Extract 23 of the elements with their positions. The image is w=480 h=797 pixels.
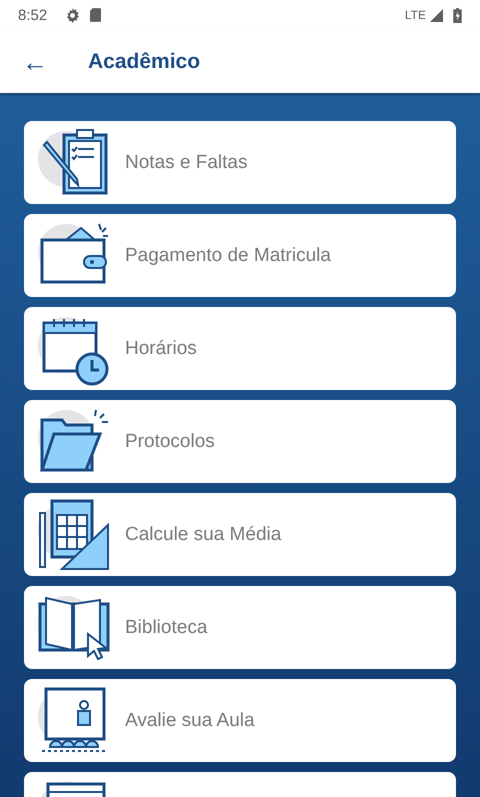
menu-label: Horários (125, 338, 197, 360)
signal-icon (430, 8, 443, 22)
battery-icon (453, 8, 462, 22)
status-time: 8:52 (18, 6, 48, 24)
page-title: Acadêmico (88, 50, 200, 74)
menu-label: Pagamento de Matricula (125, 244, 331, 266)
menu-card[interactable]: Biblioteca (24, 586, 456, 669)
menu-card[interactable]: Protocolos (24, 400, 456, 483)
menu-card[interactable]: Notas e Faltas (24, 121, 456, 204)
calculator-icon (36, 496, 112, 572)
gear-icon (65, 8, 80, 22)
menu-label: Notas e Faltas (125, 152, 248, 174)
menu-card[interactable]: Calcule sua Média (24, 493, 456, 576)
menu-card[interactable]: Horários (24, 307, 456, 390)
back-button[interactable]: ← (16, 48, 54, 74)
menu-label: Avalie sua Aula (125, 710, 255, 732)
sd-card-icon (90, 8, 102, 22)
menu-label: Protocolos (125, 430, 215, 452)
menu-card[interactable]: Pagamento de Matricula (24, 214, 456, 297)
network-label: LTE (404, 8, 426, 22)
menu-label: Biblioteca (125, 616, 208, 638)
menu-card[interactable]: Avalie sua Aula (24, 679, 456, 762)
menu-label: Calcule sua Média (125, 524, 282, 546)
